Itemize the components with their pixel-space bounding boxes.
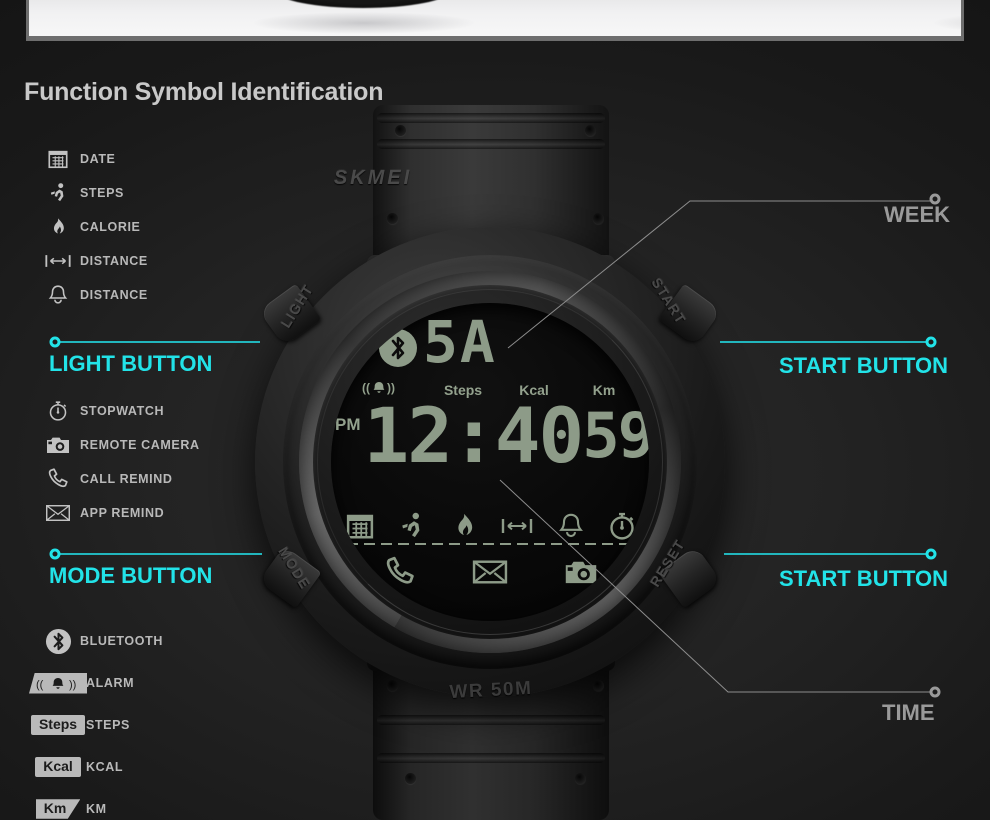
strap-rivet: [395, 125, 406, 136]
feature-row-app-remind: APP REMIND: [36, 496, 200, 530]
top-banner-image: [26, 0, 964, 41]
feature-row-alarm-bell: DISTANCE: [36, 278, 148, 312]
strap-rivet: [405, 773, 416, 784]
svg-text:((: ((: [36, 679, 44, 691]
steps-badge: Steps: [30, 715, 86, 735]
feature-label: KCAL: [86, 760, 124, 774]
strap-rivet: [387, 213, 398, 224]
bell-icon: [36, 283, 80, 307]
feature-label: BLUETOOTH: [80, 634, 163, 648]
feature-label: REMOTE CAMERA: [80, 438, 200, 452]
feature-row-steps-badge: Steps STEPS: [30, 704, 163, 746]
envelope-icon: [36, 503, 80, 523]
callout-dot: [49, 548, 61, 560]
banner-inner: [29, 0, 961, 36]
strap-seam: [377, 715, 605, 725]
banner-shadow-right: [934, 12, 961, 34]
running-man-icon: [36, 181, 80, 205]
callout-label: TIME: [882, 700, 935, 725]
banner-watch-right: [959, 0, 961, 8]
feature-label: STEPS: [80, 186, 124, 200]
alarm-badge: (( )): [29, 672, 87, 694]
callout-label: START BUTTON: [779, 566, 949, 591]
strap-rivet: [575, 773, 586, 784]
strap-rivet: [585, 125, 596, 136]
feature-label: STOPWATCH: [80, 404, 165, 418]
watch-glass-reflection: [317, 289, 663, 635]
banner-shadow-left: [254, 12, 474, 34]
feature-label: KM: [86, 802, 107, 816]
strap-rivet: [593, 213, 604, 224]
distance-icon: [36, 251, 80, 271]
feature-row-km-badge: Km KM: [35, 788, 163, 820]
feature-row-alarm: (( )) ALARM: [29, 662, 163, 704]
stopwatch-icon: [36, 399, 80, 423]
watch-product-photo: SKMEI LIGHT MODE START RESET 5A (()) St…: [255, 105, 725, 820]
feature-row-date: DATE: [36, 142, 148, 176]
bluetooth-icon: [36, 628, 80, 655]
feature-label: STEPS: [86, 718, 130, 732]
callout-line: [54, 341, 260, 343]
svg-text:)): )): [69, 679, 76, 691]
feature-label: DISTANCE: [80, 288, 148, 302]
callout-dot: [49, 336, 61, 348]
steps-badge-icon: Steps: [30, 715, 86, 735]
phone-icon: [36, 467, 80, 491]
kcal-badge-icon: Kcal: [35, 757, 81, 777]
feature-label: ALARM: [86, 676, 135, 690]
feature-row-steps: STEPS: [36, 176, 148, 210]
feature-label: DATE: [80, 152, 116, 166]
calendar-icon: [36, 148, 80, 170]
callout-dot: [929, 686, 941, 698]
callout-line: [720, 341, 932, 343]
feature-label: CALORIE: [80, 220, 141, 234]
feature-label: APP REMIND: [80, 506, 165, 520]
feature-row-stopwatch: STOPWATCH: [36, 394, 200, 428]
feature-list-upper: DATE STEPS CALORIE DISTANCE DISTANCE: [36, 142, 148, 312]
callout-label: LIGHT BUTTON: [49, 351, 213, 376]
flame-icon: [36, 215, 80, 239]
feature-row-calorie: CALORIE: [36, 210, 148, 244]
feature-list-lower: BLUETOOTH (( )) ALARM Steps STEPS Kcal K…: [29, 620, 163, 820]
feature-row-distance: DISTANCE: [36, 244, 148, 278]
feature-list-middle: STOPWATCH REMOTE CAMERA CALL REMIND APP …: [36, 394, 200, 530]
feature-label: DISTANCE: [80, 254, 148, 268]
feature-row-kcal-badge: Kcal KCAL: [35, 746, 163, 788]
banner-watch-left: [277, 0, 449, 8]
feature-row-remote-camera: REMOTE CAMERA: [36, 428, 200, 462]
feature-row-call-remind: CALL REMIND: [36, 462, 200, 496]
callout-label: WEEK: [884, 202, 950, 227]
feature-label: CALL REMIND: [80, 472, 173, 486]
callout-label: MODE BUTTON: [49, 563, 213, 588]
callout-label: START BUTTON: [779, 353, 949, 378]
page-root: Function Symbol Identification SKMEI LIG…: [0, 0, 990, 820]
alarm-badge-icon: (( )): [29, 672, 87, 694]
callout-line: [724, 553, 932, 555]
callout-dot: [925, 336, 937, 348]
brand-logo: SKMEI: [333, 167, 413, 189]
km-badge: Km: [35, 799, 81, 819]
camera-icon: [36, 434, 80, 456]
callout-dot: [925, 548, 937, 560]
strap-seam: [377, 139, 605, 149]
callout-line: [54, 553, 262, 555]
kcal-badge: Kcal: [35, 757, 81, 777]
strap-seam: [377, 113, 605, 123]
page-title: Function Symbol Identification: [24, 78, 384, 106]
feature-row-bluetooth: BLUETOOTH: [36, 620, 163, 662]
strap-seam: [377, 753, 605, 763]
km-badge-icon: Km: [35, 799, 81, 819]
